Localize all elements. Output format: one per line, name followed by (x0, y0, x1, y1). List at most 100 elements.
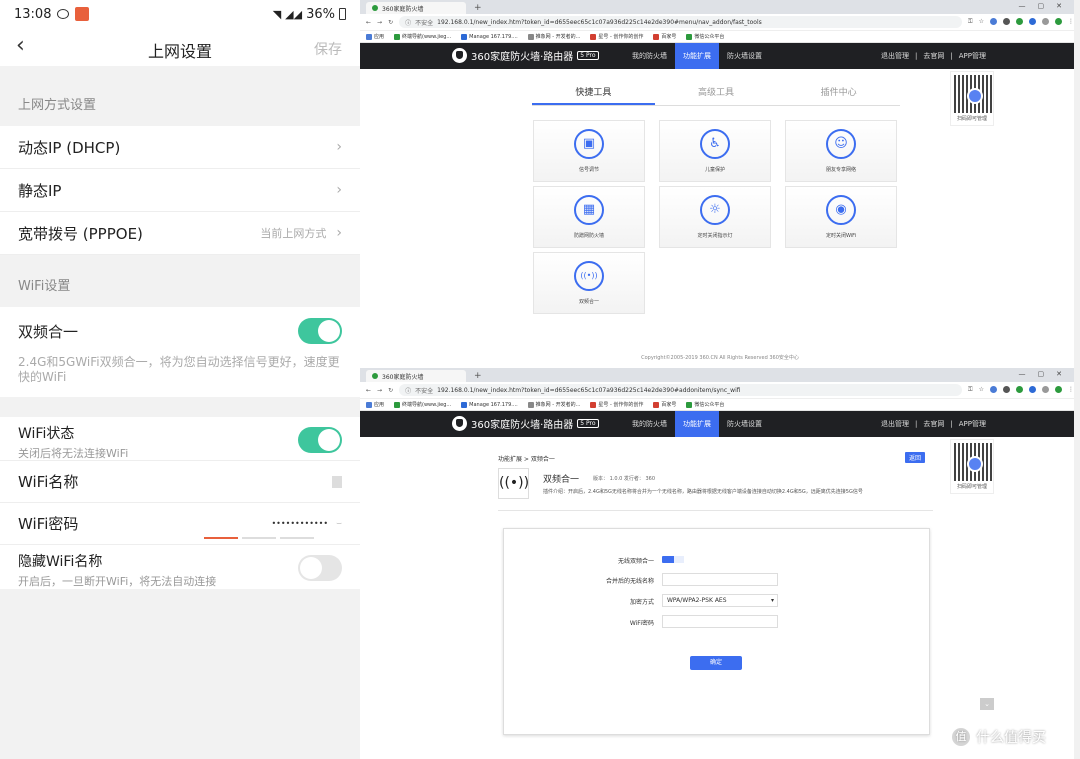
tool-tile-led[interactable]: ☼ 定时关闭指示灯 (659, 186, 771, 248)
bookmark-item[interactable]: Manage 167.179.... (461, 33, 518, 40)
tool-tile-friend[interactable]: ☺ 朋友专享网络 (785, 120, 897, 182)
tool-tile-child[interactable]: ♿ 儿童保护 (659, 120, 771, 182)
extension-icon[interactable] (1003, 18, 1010, 25)
logout-link[interactable]: 退出管理 (881, 43, 909, 69)
wifi-name-row[interactable]: WiFi名称 (0, 461, 360, 503)
dhcp-option[interactable]: 动态IP (DHCP) › (0, 126, 360, 169)
eye-closed-icon[interactable]: ⌣ (336, 519, 342, 529)
scrollbar[interactable] (1074, 368, 1080, 759)
extension-icon[interactable] (990, 386, 997, 393)
window-controls[interactable]: —▢✕ (1019, 2, 1074, 10)
extension-icon[interactable] (1029, 18, 1036, 25)
reload-icon[interactable]: ↻ (388, 387, 393, 394)
window-controls[interactable]: —▢✕ (1019, 370, 1074, 378)
static-ip-option[interactable]: 静态IP › (0, 169, 360, 212)
confirm-button[interactable]: 确定 (690, 656, 742, 670)
key-icon[interactable]: ⚿ (968, 18, 973, 26)
phone-screen: 13:08 ◥ ◢◢ 36% ‹ 上网设置 保存 上网方式设置 动态IP (DH… (0, 0, 360, 759)
pppoe-option[interactable]: 宽带拨号 (PPPOE) 当前上网方式 › (0, 212, 360, 255)
url-field[interactable]: ⓘ 不安全 192.168.0.1/new_index.htm?token_id… (399, 384, 963, 396)
wifi-password-row[interactable]: WiFi密码 •••••••••••• ⌣ (0, 503, 360, 545)
star-icon[interactable]: ☆ (979, 18, 984, 26)
tab-advanced-tools[interactable]: 高级工具 (655, 80, 778, 105)
bookmark-item[interactable]: 推象网 - 开发者的... (527, 33, 580, 40)
nav-firewall-settings[interactable]: 防火墙设置 (719, 411, 770, 437)
return-button[interactable]: 返回 (905, 452, 926, 463)
forward-arrow-icon[interactable]: → (377, 387, 382, 394)
url-field[interactable]: ⓘ 不安全 192.168.0.1/new_index.htm?token_id… (399, 16, 963, 28)
profile-avatar[interactable] (1055, 18, 1062, 25)
info-icon: ⓘ (405, 387, 412, 395)
extension-icon[interactable] (990, 18, 997, 25)
nav-extensions[interactable]: 功能扩展 (675, 411, 719, 437)
tool-tile-dual-band[interactable]: ((•)) 双频合一 (533, 252, 645, 314)
bulb-icon: ☼ (700, 195, 730, 225)
reload-icon[interactable]: ↻ (388, 19, 393, 26)
tab-quick-tools[interactable]: 快捷工具 (532, 80, 655, 105)
scroll-down-icon[interactable]: ⌄ (980, 698, 994, 710)
bookmark-item[interactable]: 星号 - 创作你的创作 (590, 33, 643, 40)
bookmark-item[interactable]: 微信公众平台 (686, 33, 724, 40)
tool-tile-firewall[interactable]: ▦ 防蹭网防火墙 (533, 186, 645, 248)
nav-firewall-settings[interactable]: 防火墙设置 (719, 43, 770, 69)
qr-code-card: 扫码即可管理 (950, 71, 994, 126)
bookmark-item[interactable]: 百家号 (653, 401, 676, 408)
wifi-status-toggle[interactable] (298, 427, 342, 453)
bookmark-item[interactable]: 终端导航(www.jieg... (394, 401, 451, 408)
forward-arrow-icon[interactable]: → (377, 19, 382, 26)
tool-tile-wifi-timer[interactable]: ◉ 定时关闭WiFi (785, 186, 897, 248)
watermark-logo-icon: 值 (950, 726, 972, 748)
key-icon[interactable]: ⚿ (968, 386, 973, 394)
nav-my-firewall[interactable]: 我的防火墙 (624, 411, 675, 437)
tab-plugin-center[interactable]: 插件中心 (777, 80, 900, 105)
official-site-link[interactable]: 去官网 (923, 43, 944, 69)
extension-icon[interactable] (1016, 386, 1023, 393)
bookmark-item[interactable]: 百家号 (653, 33, 676, 40)
url-text: 192.168.0.1/new_index.htm?token_id=d655e… (437, 18, 762, 26)
chevron-right-icon: › (336, 139, 342, 155)
extension-icon[interactable] (1016, 18, 1023, 25)
scrollbar[interactable] (1074, 0, 1080, 368)
extension-icon[interactable] (1029, 386, 1036, 393)
back-arrow-icon[interactable]: ← (366, 19, 371, 26)
logout-link[interactable]: 退出管理 (881, 411, 909, 437)
tool-tile-signal[interactable]: ▣ 信号调节 (533, 120, 645, 182)
wifi-name-input[interactable] (662, 573, 778, 586)
wifi-password-input[interactable] (662, 615, 778, 628)
dual-band-toggle[interactable] (298, 318, 342, 344)
hide-name-toggle[interactable] (298, 555, 342, 581)
official-site-link[interactable]: 去官网 (923, 411, 944, 437)
bookmark-item[interactable]: 应用 (366, 401, 384, 408)
nav-my-firewall[interactable]: 我的防火墙 (624, 43, 675, 69)
tool-tabs: 快捷工具 高级工具 插件中心 (532, 80, 900, 106)
dual-band-label: 双频合一 (18, 322, 79, 341)
back-arrow-icon[interactable]: ← (366, 387, 371, 394)
tile-label: 信号调节 (578, 167, 599, 173)
extension-icon[interactable] (1042, 18, 1049, 25)
save-button[interactable]: 保存 (314, 39, 342, 59)
new-tab-icon[interactable]: + (474, 2, 482, 14)
bookmark-item[interactable]: 应用 (366, 33, 384, 40)
star-icon[interactable]: ☆ (979, 386, 984, 394)
browser-tab[interactable]: 360家庭防火墙 (366, 370, 466, 382)
bookmark-item[interactable]: Manage 167.179.... (461, 401, 518, 408)
profile-avatar[interactable] (1055, 386, 1062, 393)
bookmark-item[interactable]: 终端导航(www.jieg... (394, 33, 451, 40)
extension-icon[interactable] (1003, 386, 1010, 393)
new-tab-icon[interactable]: + (474, 370, 482, 382)
app-manage-link[interactable]: APP管理 (959, 43, 986, 69)
browser-tab[interactable]: 360家庭防火墙 (366, 2, 466, 14)
app-manage-link[interactable]: APP管理 (959, 411, 986, 437)
encrypt-select[interactable]: WPA/WPA2-PSK AES ▾ (662, 594, 778, 607)
bookmark-item[interactable]: 微信公众平台 (686, 401, 724, 408)
watermark-text: 什么值得买 (976, 730, 1046, 746)
nav-extensions[interactable]: 功能扩展 (675, 43, 719, 69)
bookmark-item[interactable]: 星号 - 创作你的创作 (590, 401, 643, 408)
favicon-icon (372, 373, 378, 379)
nav-divider: | (915, 52, 918, 60)
bookmark-item[interactable]: 推象网 - 开发者的... (527, 401, 580, 408)
extension-icon[interactable] (1042, 386, 1049, 393)
plugin-intro: 插件介绍：开启后，2.4G和5G无线名称将合并为一个无线名称，路由器将根据无线客… (543, 489, 863, 495)
battery-label: 36% (306, 6, 335, 22)
dual-band-switch[interactable] (662, 556, 684, 563)
